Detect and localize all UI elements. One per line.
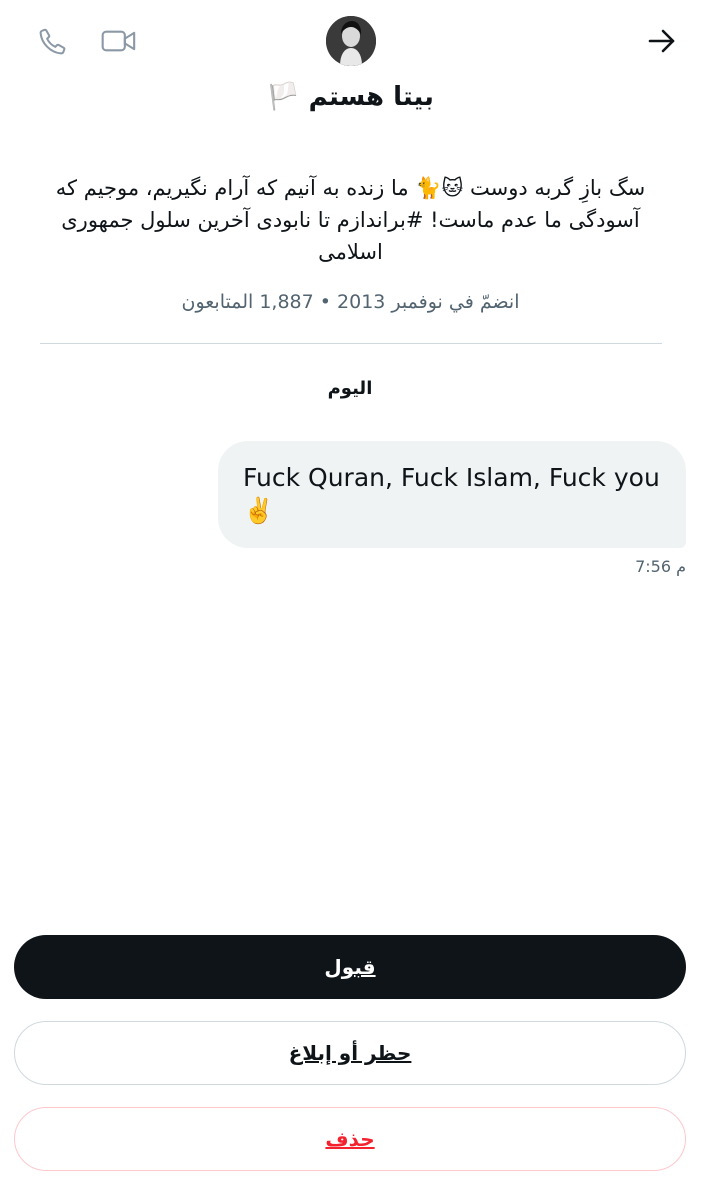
message-bubble[interactable]: Fuck Quran, Fuck Islam, Fuck you ✌️: [218, 441, 686, 548]
profile-meta: انضمّ في نوفمبر 2013 • 1,887 المتابعون: [181, 291, 520, 313]
phone-icon: [38, 26, 68, 60]
accept-label: قبول: [324, 955, 376, 979]
profile-display-name: بیتا هستم 🏳️: [267, 82, 434, 112]
block-or-report-button[interactable]: حظر أو إبلاغ: [14, 1021, 686, 1085]
message-text: Fuck Quran, Fuck Islam, Fuck you ✌️: [243, 463, 660, 525]
back-button[interactable]: [642, 24, 682, 62]
avatar[interactable]: [326, 16, 376, 66]
delete-label: حذف: [325, 1127, 375, 1151]
call-button[interactable]: [34, 24, 72, 62]
block-or-report-label: حظر أو إبلاغ: [288, 1041, 412, 1065]
date-separator: اليوم: [327, 378, 373, 399]
message-timestamp: 7:56 م: [635, 557, 686, 576]
accept-button[interactable]: قبول: [14, 935, 686, 999]
divider: [40, 343, 662, 344]
profile-bio: سگ بازِ گربه دوست 🐱🐈 ما زنده به آنیم که …: [55, 176, 646, 264]
video-camera-icon: [100, 27, 138, 59]
video-call-button[interactable]: [98, 24, 140, 62]
arrow-right-icon: [647, 28, 677, 58]
delete-button[interactable]: حذف: [14, 1107, 686, 1171]
